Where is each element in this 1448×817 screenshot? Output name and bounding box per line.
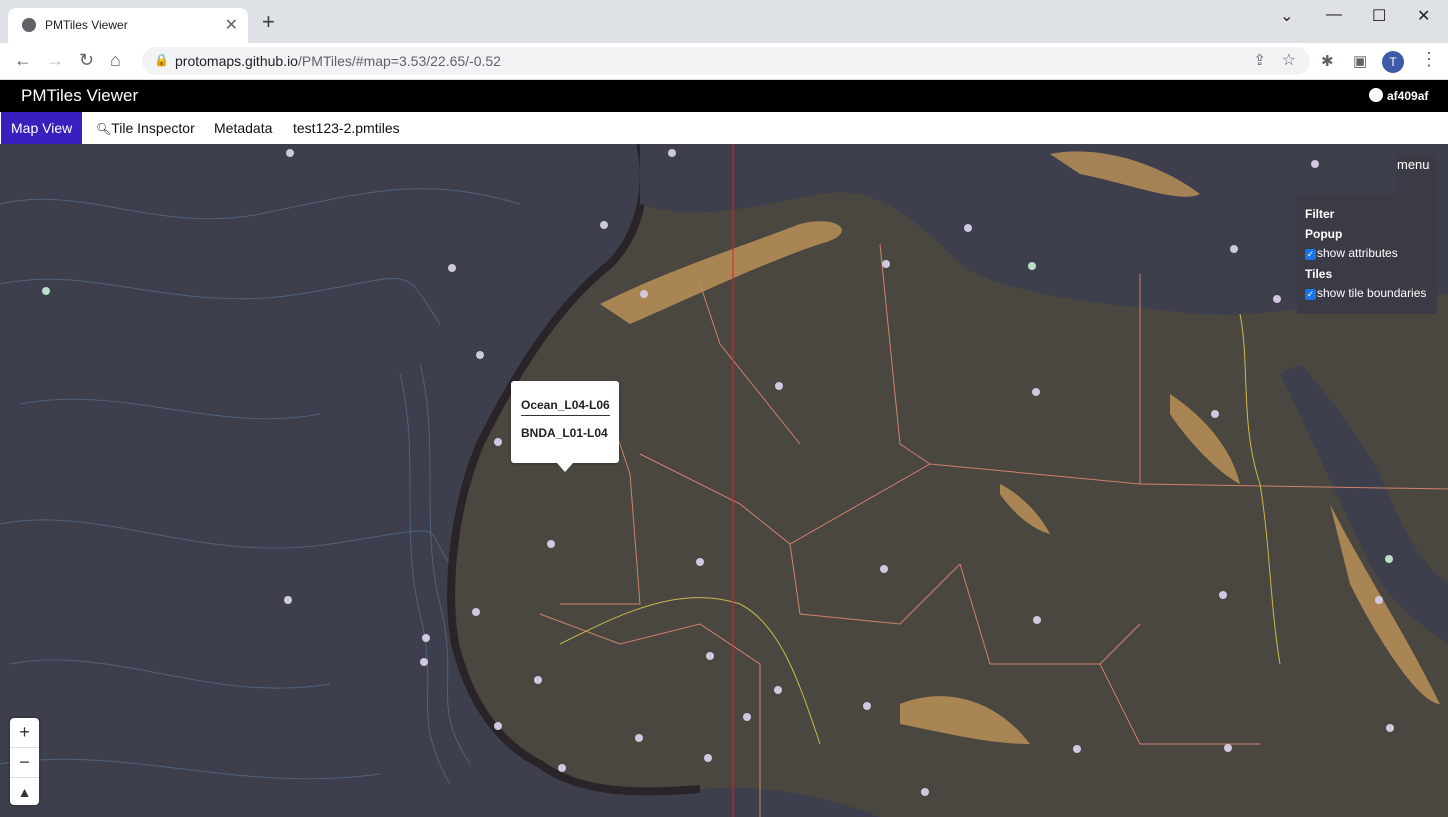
browser-toolbar: ← → ↻ ⌂ 🔒 protomaps.github.io/PMTiles/#m… (0, 43, 1448, 80)
home-icon[interactable]: ⌂ (110, 50, 121, 71)
share-icon[interactable]: ⇪ (1253, 51, 1266, 69)
github-link[interactable]: af409af (1387, 89, 1428, 103)
lock-icon[interactable]: 🔒 (154, 53, 169, 67)
search-icon: 🔍︎ (96, 122, 112, 136)
app-nav: Map View 🔍︎Tile Inspector Metadata test1… (0, 112, 1448, 144)
tab-tile-inspector[interactable]: 🔍︎Tile Inspector (96, 112, 195, 144)
tab-map-view[interactable]: Map View (1, 112, 83, 144)
maximize-icon[interactable]: ☐ (1372, 6, 1386, 26)
popup-layer-ocean: Ocean_L04-L06 (521, 398, 610, 416)
zoom-controls: + − ▲ (10, 718, 39, 805)
tab-metadata[interactable]: Metadata (214, 112, 272, 144)
feature-popup: Ocean_L04-L06 BNDA_L01-L04 (511, 381, 619, 472)
profile-avatar[interactable]: T (1382, 51, 1404, 73)
zoom-out-button[interactable]: − (10, 748, 39, 778)
map-canvas[interactable] (0, 144, 1448, 817)
forward-icon[interactable]: → (46, 50, 64, 71)
compass-icon[interactable]: ▲ (10, 778, 39, 807)
close-window-icon[interactable]: ✕ (1417, 6, 1430, 26)
show-tile-boundaries-label: show tile boundaries (1317, 286, 1427, 300)
popup-heading: Popup (1305, 227, 1343, 241)
url-path: /PMTiles/#map=3.53/22.65/-0.52 (297, 53, 501, 69)
map-graphics (0, 144, 1448, 817)
checkbox-checked-icon[interactable]: ✓ (1305, 289, 1316, 300)
globe-icon (22, 18, 36, 32)
tab-tile-inspector-label: Tile Inspector (111, 120, 195, 136)
tab-title: PMTiles Viewer (45, 18, 128, 32)
browser-tab-strip: PMTiles Viewer ✕ + ⌄ — ☐ ✕ (0, 0, 1448, 43)
browser-tab[interactable]: PMTiles Viewer ✕ (8, 8, 248, 43)
side-panel-icon[interactable]: ▣ (1353, 52, 1367, 70)
chevron-down-icon[interactable]: ⌄ (1280, 6, 1293, 26)
menu-panel: Filter Popup ✓ show attributes Tiles ✓ sho… (1297, 194, 1437, 314)
checkbox-checked-icon[interactable]: ✓ (1305, 249, 1316, 260)
tab-file-name[interactable]: test123-2.pmtiles (293, 112, 400, 144)
reload-icon[interactable]: ↻ (79, 50, 94, 71)
app-title: PMTiles Viewer (21, 86, 139, 105)
show-tile-boundaries-checkbox[interactable]: ✓ show tile boundaries (1305, 286, 1426, 300)
github-icon[interactable] (1369, 88, 1383, 102)
browser-menu-icon[interactable]: ⋮ (1420, 49, 1438, 70)
star-icon[interactable]: ☆ (1282, 50, 1296, 70)
menu-toggle[interactable]: menu (1397, 154, 1437, 194)
show-attributes-label: show attributes (1317, 246, 1398, 260)
extensions-icon[interactable]: ✱ (1321, 52, 1334, 70)
menu-toggle-label: menu (1397, 157, 1430, 172)
address-bar[interactable]: 🔒 protomaps.github.io/PMTiles/#map=3.53/… (142, 47, 1310, 75)
url-host: protomaps.github.io (175, 53, 298, 69)
show-attributes-checkbox[interactable]: ✓ show attributes (1305, 246, 1398, 260)
popup-layer-boundary: BNDA_L01-L04 (521, 426, 608, 440)
ocean-contours (0, 188, 521, 785)
zoom-in-button[interactable]: + (10, 718, 39, 748)
back-icon[interactable]: ← (14, 50, 32, 71)
url-text[interactable]: protomaps.github.io/PMTiles/#map=3.53/22… (175, 53, 501, 69)
minimize-icon[interactable]: — (1326, 6, 1342, 24)
close-tab-icon[interactable]: ✕ (225, 15, 238, 35)
new-tab-button[interactable]: + (262, 11, 275, 33)
filter-heading[interactable]: Filter (1305, 207, 1334, 221)
tiles-heading: Tiles (1305, 267, 1333, 281)
app-header: PMTiles Viewer af409af (0, 80, 1448, 112)
